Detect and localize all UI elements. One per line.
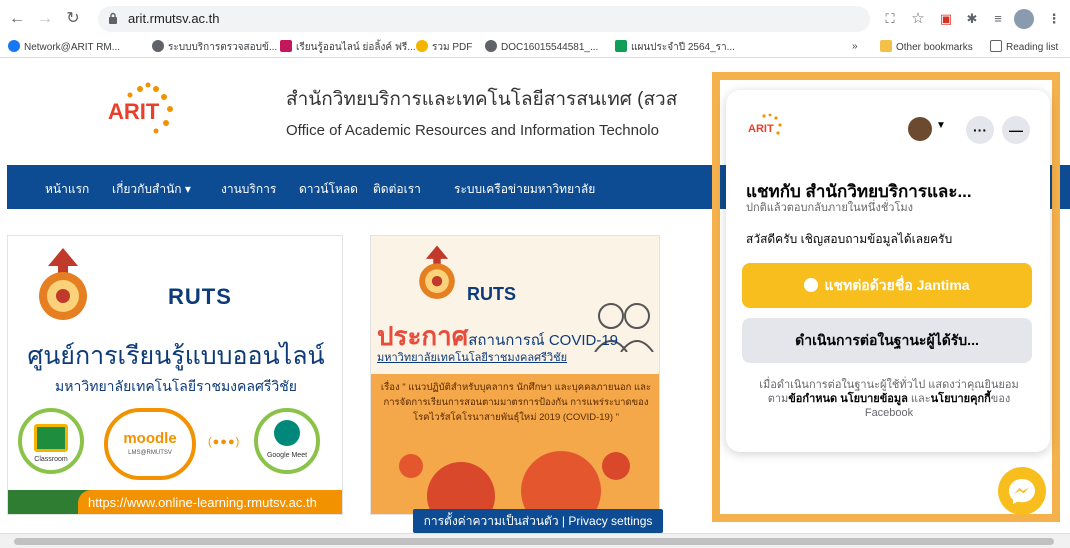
more-options-button[interactable]: ···	[966, 116, 994, 144]
scrollbar-thumb[interactable]	[14, 538, 1054, 545]
google-meet-icon: Google Meet	[254, 408, 320, 474]
dots-icon: (●●●)	[208, 436, 241, 448]
sheets-icon	[615, 40, 627, 52]
address-bar[interactable]: arit.rmutsv.ac.th	[98, 6, 870, 32]
reading-list[interactable]: Reading list	[990, 40, 1058, 54]
nav-services[interactable]: งานบริการ	[221, 180, 276, 199]
extension-icon[interactable]: ▣	[936, 9, 956, 29]
arit-logo[interactable]: ARIT	[100, 79, 190, 139]
virus-illustration-icon	[399, 451, 630, 514]
online-learning-link[interactable]: https://www.online-learning.rmutsv.ac.th	[78, 490, 342, 514]
site-title-thai: สำนักวิทยบริการและเทคโนโลยีสารสนเทศ (สวส	[286, 89, 678, 110]
avatar	[908, 117, 932, 141]
terms-link[interactable]: ข้อกำหนด	[788, 393, 837, 405]
moodle-icon: moodle LMS@RMUTSV	[104, 408, 196, 480]
horizontal-scrollbar[interactable]	[0, 533, 1070, 548]
translate-icon[interactable]: ⛶	[880, 9, 900, 29]
nav-home[interactable]: หน้าแรก	[45, 180, 89, 199]
minimize-button[interactable]: —	[1002, 116, 1030, 144]
ruts-brand: RUTS	[467, 284, 516, 304]
covid-announcement-banner[interactable]: RUTS ประกาศสถานการณ์ COVID-19 มหาวิทยาลั…	[370, 235, 660, 515]
university-seal-icon	[419, 245, 455, 299]
nav-contact[interactable]: ติดต่อเรา	[373, 180, 421, 199]
reload-icon[interactable]: ↻	[62, 8, 84, 30]
messenger-chat-button[interactable]	[998, 467, 1046, 515]
other-bookmarks[interactable]: Other bookmarks	[880, 40, 973, 54]
facebook-icon	[8, 40, 20, 52]
reading-list-icon[interactable]: ≡	[988, 9, 1008, 29]
bookmark-item[interactable]: เรียนรู้ออนไลน์ ย่อลิ้งค์ ฟรี...	[280, 40, 416, 54]
back-arrow-icon[interactable]: ←	[6, 8, 28, 30]
url-strip: https://www.online-learning.rmutsv.ac.th	[8, 490, 342, 514]
url-text: arit.rmutsv.ac.th	[128, 11, 220, 26]
greeting-message: สวัสดีครับ เชิญสอบถามข้อมูลได้เลยครับ	[746, 232, 953, 246]
bookmark-item[interactable]: ระบบบริการตรวจสอบข้...	[152, 40, 277, 54]
browser-toolbar: ← → ↻ arit.rmutsv.ac.th ⛶ ☆ ▣ ✱ ≡ ⋮	[0, 0, 1070, 36]
card2-subheading: มหาวิทยาลัยเทคโนโลยีราชมงคลศรีวิชัย	[377, 352, 568, 364]
bookmark-item[interactable]: รวม PDF	[416, 40, 472, 54]
reading-list-icon	[990, 40, 1002, 52]
messenger-icon	[1009, 479, 1035, 504]
extensions-puzzle-icon[interactable]: ✱	[962, 9, 982, 29]
svg-text:ARIT: ARIT	[108, 99, 160, 124]
svg-text:ARIT: ARIT	[748, 123, 774, 135]
classroom-icon: Classroom	[18, 408, 84, 474]
continue-as-user-button[interactable]: แชทต่อด้วยชื่อ Jantima	[742, 263, 1032, 308]
profile-avatar-icon[interactable]	[1014, 9, 1034, 29]
legal-notice: เมื่อดำเนินการต่อในฐานะผู้ใช้ทั่วไป แสดง…	[759, 379, 1019, 419]
bookmarks-overflow-chevron[interactable]: »	[852, 40, 858, 54]
nav-download[interactable]: ดาวน์โหลด	[299, 180, 358, 199]
bookmark-star-icon[interactable]: ☆	[908, 9, 928, 29]
response-time-note: ปกติแล้วตอบกลับภายในหนึ่งชั่วโมง	[746, 202, 913, 214]
forward-arrow-icon[interactable]: →	[34, 8, 56, 30]
data-policy-link[interactable]: นโยบายข้อมูล	[840, 393, 908, 405]
menu-kebab-icon[interactable]: ⋮	[1044, 9, 1064, 29]
announcement-body: เรื่อง " แนวปฏิบัติสำหรับบุคลากร นักศึกษ…	[380, 382, 652, 423]
bookmarks-bar: Network@ARIT RM... ระบบบริการตรวจสอบข้..…	[0, 36, 1070, 58]
pdf-tool-icon	[416, 40, 428, 52]
site-favicon-icon	[280, 40, 292, 52]
continue-as-guest-button[interactable]: ดำเนินการต่อในฐานะผู้ได้รับ...	[742, 318, 1032, 363]
messenger-chat-popup: ARIT ▼ ··· — แชทกับ สำนักวิทยบริการและ..…	[726, 90, 1050, 452]
arit-logo: ARIT	[748, 113, 782, 135]
lock-icon	[109, 12, 117, 24]
globe-icon	[152, 40, 164, 52]
messenger-icon	[804, 278, 819, 292]
card1-heading: ศูนย์การเรียนรู้แบบออนไลน์	[27, 342, 325, 370]
account-switcher[interactable]: ▼	[908, 116, 956, 142]
privacy-settings-button[interactable]: การตั้งค่าความเป็นส่วนตัว | Privacy sett…	[413, 509, 663, 533]
bookmark-item[interactable]: DOC16015544581_...	[485, 40, 598, 54]
university-seal-icon	[39, 248, 87, 320]
nav-university-network[interactable]: ระบบเครือข่ายมหาวิทยาลัย	[454, 180, 595, 199]
online-learning-banner[interactable]: RUTS ศูนย์การเรียนรู้แบบออนไลน์ มหาวิทยา…	[7, 235, 343, 515]
site-title-english: Office of Academic Resources and Informa…	[286, 122, 659, 139]
chevron-down-icon: ▼	[936, 120, 946, 131]
folder-icon	[880, 40, 892, 52]
card1-subheading: มหาวิทยาลัยเทคโนโลยีราชมงคลศรีวิชัย	[55, 378, 297, 394]
ruts-brand: RUTS	[168, 284, 232, 309]
cookie-policy-link[interactable]: นโยบายคุกกี้	[931, 393, 991, 405]
bookmark-item[interactable]: แผนประจำปี 2564_รา...	[615, 40, 735, 54]
bookmark-item[interactable]: Network@ARIT RM...	[8, 40, 120, 54]
globe-icon	[485, 40, 497, 52]
nav-about[interactable]: เกี่ยวกับสำนัก ▾	[112, 180, 191, 199]
